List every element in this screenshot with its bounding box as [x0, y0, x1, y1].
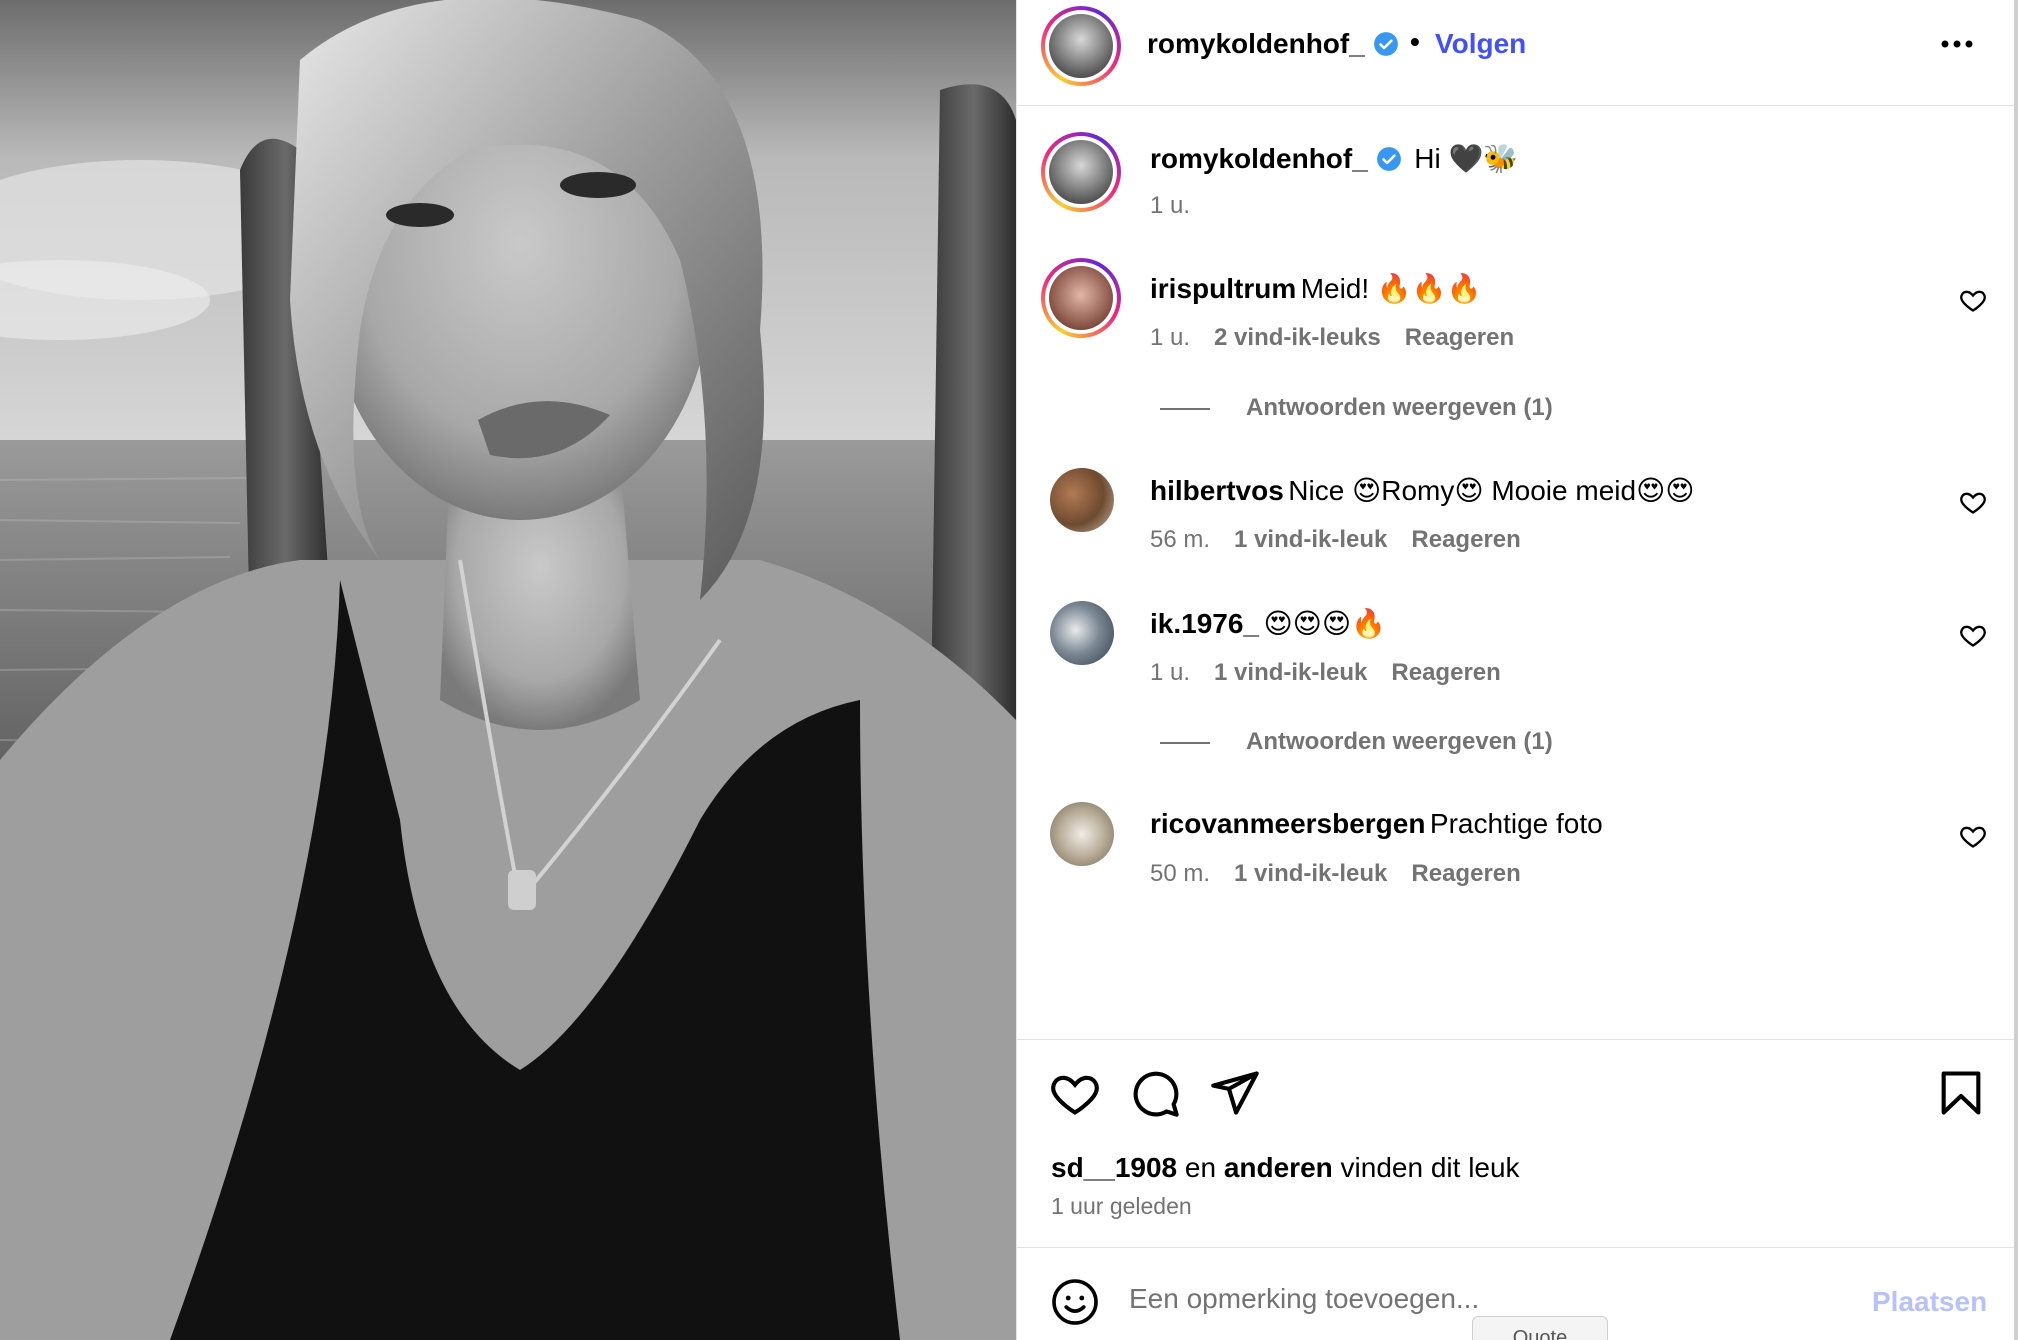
view-replies-button[interactable]: Antwoorden weergeven (1) [1160, 394, 1553, 422]
window-edge [2014, 0, 2018, 1340]
post-header: romykoldenhof_ • Volgen [1017, 0, 2015, 106]
bookmark-icon[interactable] [1935, 1067, 1987, 1119]
author-username[interactable]: romykoldenhof_ [1147, 28, 1399, 60]
reply-button[interactable]: Reageren [1411, 526, 1520, 553]
heart-icon[interactable] [1049, 1067, 1101, 1119]
likes-suffix: vinden dit leuk [1340, 1152, 1520, 1183]
commenter-avatar[interactable] [1050, 468, 1114, 532]
post-photo[interactable] [0, 0, 1016, 1340]
likes-summary[interactable]: sd__1908 en anderen vinden dit leuk [1051, 1152, 1520, 1184]
comment-text: 😍😍😍🔥 [1263, 608, 1386, 639]
likes-others[interactable]: anderen [1224, 1152, 1333, 1183]
comment-heart-icon[interactable] [1959, 488, 1987, 516]
comment-heart-icon[interactable] [1959, 621, 1987, 649]
caption-time: 1 u. [1150, 192, 1191, 219]
reply-button[interactable]: Reageren [1411, 860, 1520, 887]
verified-badge-icon [1373, 32, 1398, 56]
comment-icon[interactable] [1129, 1067, 1181, 1119]
actions-divider [1017, 1039, 2015, 1040]
tooltip: Quote [1472, 1316, 1608, 1340]
comment-heart-icon[interactable] [1959, 822, 1987, 850]
view-replies-label[interactable]: Antwoorden weergeven (1) [1246, 394, 1553, 421]
likes-connector: en [1184, 1152, 1217, 1183]
commenter-avatar[interactable] [1050, 601, 1114, 665]
comment-likes[interactable]: 1 vind-ik-leuk [1214, 659, 1367, 686]
reply-button[interactable]: Reageren [1391, 659, 1500, 686]
verified-badge-icon [1376, 147, 1401, 171]
header-separator: • [1410, 26, 1420, 57]
caption-username[interactable]: romykoldenhof_ [1150, 143, 1368, 174]
reply-button[interactable]: Reageren [1405, 324, 1514, 351]
view-replies-button[interactable]: Antwoorden weergeven (1) [1160, 728, 1553, 756]
commenter-avatar[interactable] [1041, 258, 1121, 338]
comment-time: 1 u. [1150, 659, 1191, 686]
share-icon[interactable] [1209, 1067, 1261, 1119]
post-sidebar: romykoldenhof_ • Volgen romykoldenhof_ H… [1016, 0, 2015, 1340]
comment-username[interactable]: ricovanmeersbergen [1150, 808, 1425, 839]
comment-time: 56 m. [1150, 526, 1211, 553]
emoji-icon[interactable] [1051, 1278, 1099, 1326]
comment-username[interactable]: hilbertvos [1150, 475, 1284, 506]
post-image [0, 0, 1016, 1340]
view-replies-label[interactable]: Antwoorden weergeven (1) [1246, 728, 1553, 755]
comment-username[interactable]: ik.1976_ [1150, 608, 1259, 639]
replies-divider [1160, 741, 1210, 744]
comment-text: Prachtige foto [1429, 808, 1603, 839]
comment-text: Nice 😍Romy😍 Mooie meid😍😍 [1288, 475, 1695, 506]
comment-heart-icon[interactable] [1959, 286, 1987, 314]
comment-text: Meid! 🔥🔥🔥 [1300, 273, 1482, 304]
follow-button[interactable]: Volgen [1435, 28, 1526, 60]
caption-text: Hi 🖤🐝 [1414, 143, 1519, 174]
author-avatar[interactable] [1041, 6, 1121, 86]
liker-username[interactable]: sd__1908 [1051, 1152, 1177, 1183]
commenter-avatar[interactable] [1050, 802, 1114, 866]
comment-likes[interactable]: 1 vind-ik-leuk [1234, 860, 1387, 887]
comment-username[interactable]: irispultrum [1150, 273, 1296, 304]
comment-time: 50 m. [1150, 860, 1211, 887]
comment-likes[interactable]: 1 vind-ik-leuk [1234, 526, 1387, 553]
post-comment-button[interactable]: Plaatsen [1872, 1286, 1987, 1318]
more-options-icon[interactable] [1937, 28, 1977, 60]
caption-avatar[interactable] [1041, 132, 1121, 212]
comment-likes[interactable]: 2 vind-ik-leuks [1214, 324, 1381, 351]
post-timestamp[interactable]: 1 uur geleden [1051, 1193, 1192, 1220]
comment-time: 1 u. [1150, 324, 1191, 351]
replies-divider [1160, 407, 1210, 410]
add-comment-bar: Plaatsen Quote [1017, 1247, 2015, 1340]
